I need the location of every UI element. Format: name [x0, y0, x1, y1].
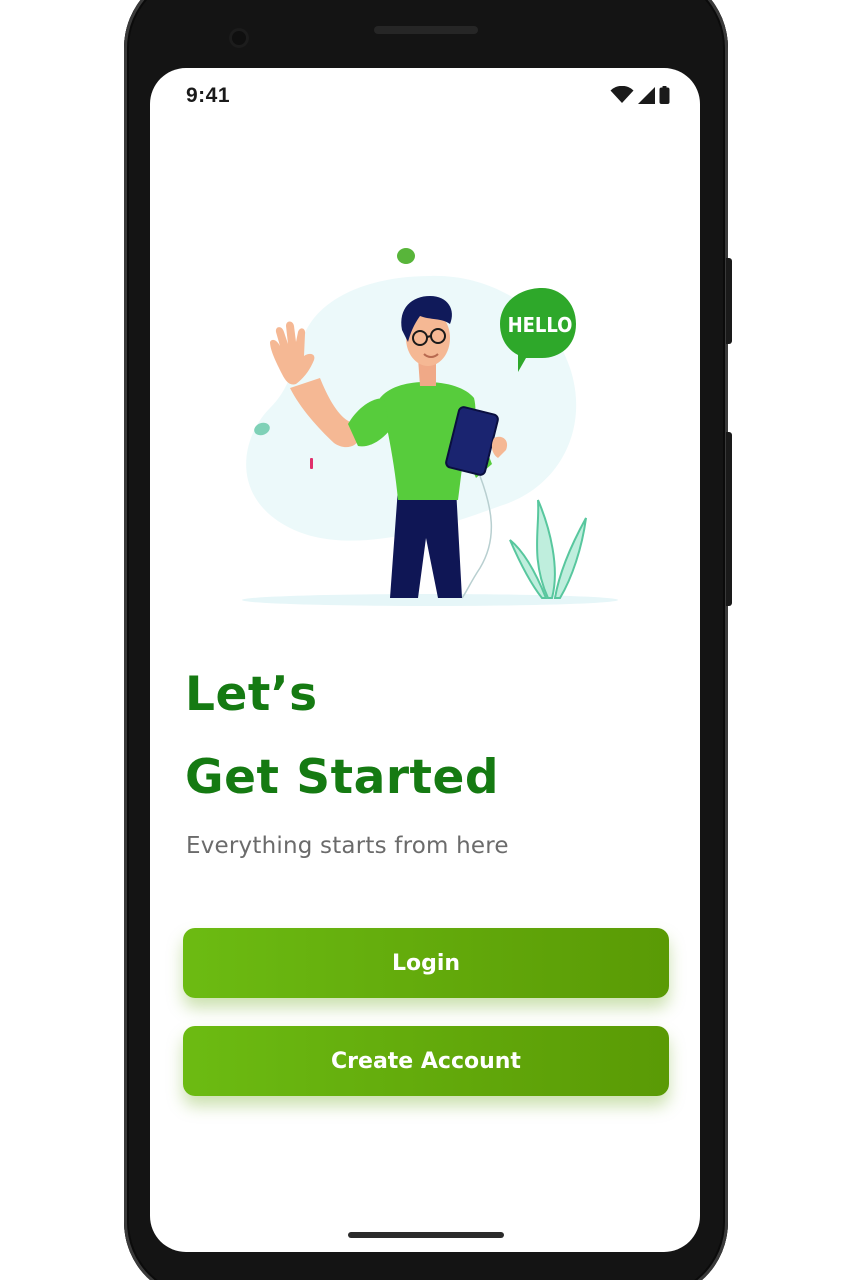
cellular-signal-icon — [638, 86, 655, 104]
wifi-icon — [610, 86, 634, 104]
status-bar: 9:41 — [150, 68, 700, 122]
headline: Let’s Get Started — [185, 653, 499, 819]
earpiece-speaker — [374, 26, 478, 34]
page: 9:41 HELLO Let’s Get Started Everything … — [0, 0, 853, 1280]
hello-bubble-text: HELLO — [508, 313, 573, 337]
status-icons — [610, 86, 670, 104]
front-camera — [229, 28, 249, 48]
status-time: 9:41 — [186, 84, 231, 107]
subtitle: Everything starts from here — [186, 833, 509, 859]
battery-icon — [659, 86, 670, 104]
create-account-button[interactable]: Create Account — [183, 1026, 669, 1096]
power-button — [726, 258, 732, 344]
home-indicator[interactable] — [348, 1232, 504, 1238]
login-button[interactable]: Login — [183, 928, 669, 998]
welcome-illustration: HELLO — [230, 238, 630, 618]
headline-line-1: Let’s — [185, 667, 318, 722]
headline-line-2: Get Started — [185, 750, 499, 805]
app-screen: 9:41 HELLO Let’s Get Started Everything … — [150, 68, 700, 1252]
volume-button — [726, 432, 732, 606]
